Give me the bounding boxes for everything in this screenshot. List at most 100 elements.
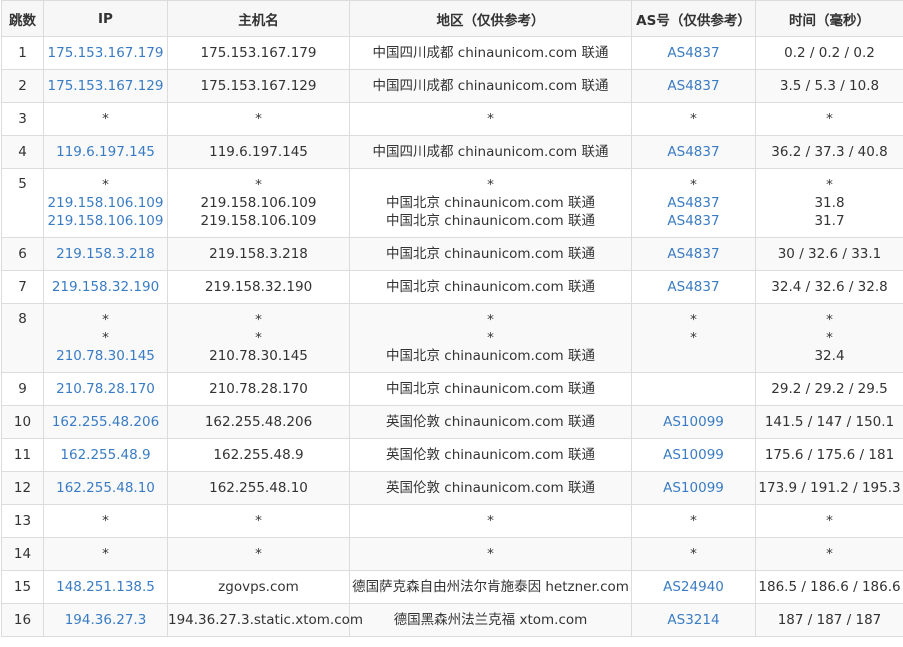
- hostname-cell: zgovps.com: [167, 570, 350, 604]
- hop-cell: 9: [1, 372, 44, 406]
- hop-cell: 1: [1, 36, 44, 70]
- hop-cell: 6: [1, 237, 44, 271]
- ip-cell: 219.158.32.190: [43, 270, 168, 304]
- table-row: 3 * * * * *: [1, 102, 903, 136]
- region-text: 英国伦敦 chinaunicom.com 联通: [386, 414, 595, 430]
- hostname-text: *: [255, 546, 262, 562]
- hostname-cell: 175.153.167.179: [167, 36, 350, 70]
- header-time: 时间（毫秒）: [755, 0, 903, 37]
- hostname-text: 162.255.48.206: [204, 414, 313, 430]
- table-row: 5 * 219.158.106.109 219.158.106.109 * 219.158…: [1, 168, 903, 238]
- header-ip: IP: [43, 0, 168, 37]
- time-text: *: [826, 546, 833, 562]
- as-link[interactable]: AS10099: [632, 446, 755, 464]
- ip-cell: *: [43, 504, 168, 538]
- region-cell: * 中国北京 chinaunicom.com 联通 中国北京 chinaunicom…: [349, 168, 632, 238]
- header-region: 地区（仅供参考）: [349, 0, 632, 37]
- as-link[interactable]: AS4837: [632, 194, 755, 212]
- region-cell: * * 中国北京 chinaunicom.com 联通: [349, 303, 632, 373]
- time-cell: 141.5 / 147 / 150.1: [755, 405, 903, 439]
- ip-link[interactable]: 162.255.48.10: [44, 479, 167, 497]
- hostname-cell: 175.153.167.129: [167, 69, 350, 103]
- ip-link: *: [102, 111, 109, 127]
- table-row: 13 * * * * *: [1, 504, 903, 538]
- hostname-cell: 219.158.3.218: [167, 237, 350, 271]
- time-cell: 175.6 / 175.6 / 181: [755, 438, 903, 472]
- ip-cell: 175.153.167.179: [43, 36, 168, 70]
- ip-link[interactable]: 219.158.3.218: [44, 245, 167, 263]
- as-link[interactable]: AS10099: [632, 479, 755, 497]
- region-text: 英国伦敦 chinaunicom.com 联通: [386, 447, 595, 463]
- table-row: 12 162.255.48.10 162.255.48.10 英国伦敦 chinaun…: [1, 471, 903, 505]
- time-cell: *: [755, 102, 903, 136]
- ip-link[interactable]: 210.78.28.170: [44, 380, 167, 398]
- as-link[interactable]: AS10099: [632, 413, 755, 431]
- as-link[interactable]: AS4837: [632, 212, 755, 230]
- as-link[interactable]: AS4837: [632, 77, 755, 95]
- as-link[interactable]: AS3214: [632, 611, 755, 629]
- hostname-cell: 194.36.27.3.static.xtom.com: [167, 603, 364, 637]
- ip-link[interactable]: 175.153.167.129: [44, 77, 167, 95]
- as-link: *: [690, 177, 697, 193]
- ip-link[interactable]: 219.158.32.190: [44, 278, 167, 296]
- region-cell: 英国伦敦 chinaunicom.com 联通: [349, 405, 632, 439]
- hop-cell: 5: [1, 168, 44, 238]
- as-cell: * *: [631, 303, 756, 373]
- as-link[interactable]: AS24940: [632, 578, 755, 596]
- table-row: 9 210.78.28.170 210.78.28.170 中国北京 chinauni…: [1, 372, 903, 406]
- hostname-text: *: [255, 111, 262, 127]
- ip-link[interactable]: 148.251.138.5: [44, 578, 167, 596]
- region-cell: 中国北京 chinaunicom.com 联通: [349, 270, 632, 304]
- ip-link[interactable]: 175.153.167.179: [44, 44, 167, 62]
- as-cell: AS10099: [631, 471, 756, 505]
- hostname-cell: * 219.158.106.109 219.158.106.109: [167, 168, 350, 238]
- as-link[interactable]: AS4837: [632, 143, 755, 161]
- ip-link[interactable]: 194.36.27.3: [44, 611, 167, 629]
- table-row: 4 119.6.197.145 119.6.197.145 中国四川成都 chinau…: [1, 135, 903, 169]
- region-cell: 中国四川成都 chinaunicom.com 联通: [349, 69, 632, 103]
- time-text: *: [826, 330, 833, 346]
- ip-link[interactable]: 219.158.106.109: [44, 194, 167, 212]
- as-link: *: [690, 312, 697, 328]
- ip-cell: 162.255.48.9: [43, 438, 168, 472]
- region-text: 德国萨克森自由州法尔肯施泰因 hetzner.com: [352, 579, 629, 595]
- time-cell: 187 / 187 / 187: [755, 603, 903, 637]
- table-row: 11 162.255.48.9 162.255.48.9 英国伦敦 chinaunic…: [1, 438, 903, 472]
- hostname-cell: 219.158.32.190: [167, 270, 350, 304]
- hostname-cell: 162.255.48.9: [167, 438, 350, 472]
- ip-link[interactable]: 119.6.197.145: [44, 143, 167, 161]
- time-text: 32.4: [814, 348, 845, 364]
- time-text: 31.7: [814, 213, 845, 229]
- as-link[interactable]: AS4837: [632, 278, 755, 296]
- as-link[interactable]: AS4837: [632, 44, 755, 62]
- ip-link[interactable]: 219.158.106.109: [44, 212, 167, 230]
- hostname-cell: *: [167, 504, 350, 538]
- region-text: 德国黑森州法兰克福 xtom.com: [393, 612, 588, 628]
- as-link[interactable]: AS4837: [632, 245, 755, 263]
- time-cell: * * 32.4: [755, 303, 903, 373]
- hostname-text: 194.36.27.3.static.xtom.com: [168, 612, 364, 628]
- region-text: 中国北京 chinaunicom.com 联通: [386, 195, 595, 211]
- hostname-cell: *: [167, 537, 350, 571]
- ip-link[interactable]: 162.255.48.9: [44, 446, 167, 464]
- time-text: 141.5 / 147 / 150.1: [764, 414, 895, 430]
- hostname-text: 119.6.197.145: [209, 144, 308, 160]
- as-cell: [631, 372, 756, 406]
- region-text: 中国北京 chinaunicom.com 联通: [386, 381, 595, 397]
- ip-link[interactable]: 210.78.30.145: [44, 347, 167, 365]
- time-text: *: [826, 177, 833, 193]
- hop-cell: 7: [1, 270, 44, 304]
- time-text: 32.4 / 32.6 / 32.8: [771, 279, 888, 295]
- region-text: *: [487, 513, 494, 529]
- time-cell: 186.5 / 186.6 / 186.6: [755, 570, 903, 604]
- ip-cell: 219.158.3.218: [43, 237, 168, 271]
- hostname-cell: 119.6.197.145: [167, 135, 350, 169]
- ip-link: *: [102, 330, 109, 346]
- time-text: 173.9 / 191.2 / 195.3: [758, 480, 901, 496]
- region-text: *: [487, 111, 494, 127]
- as-cell: * AS4837 AS4837: [631, 168, 756, 238]
- hop-cell: 12: [1, 471, 44, 505]
- as-link: *: [690, 111, 697, 127]
- table-row: 1 175.153.167.179 175.153.167.179 中国四川成都 ch…: [1, 36, 903, 70]
- ip-link[interactable]: 162.255.48.206: [44, 413, 167, 431]
